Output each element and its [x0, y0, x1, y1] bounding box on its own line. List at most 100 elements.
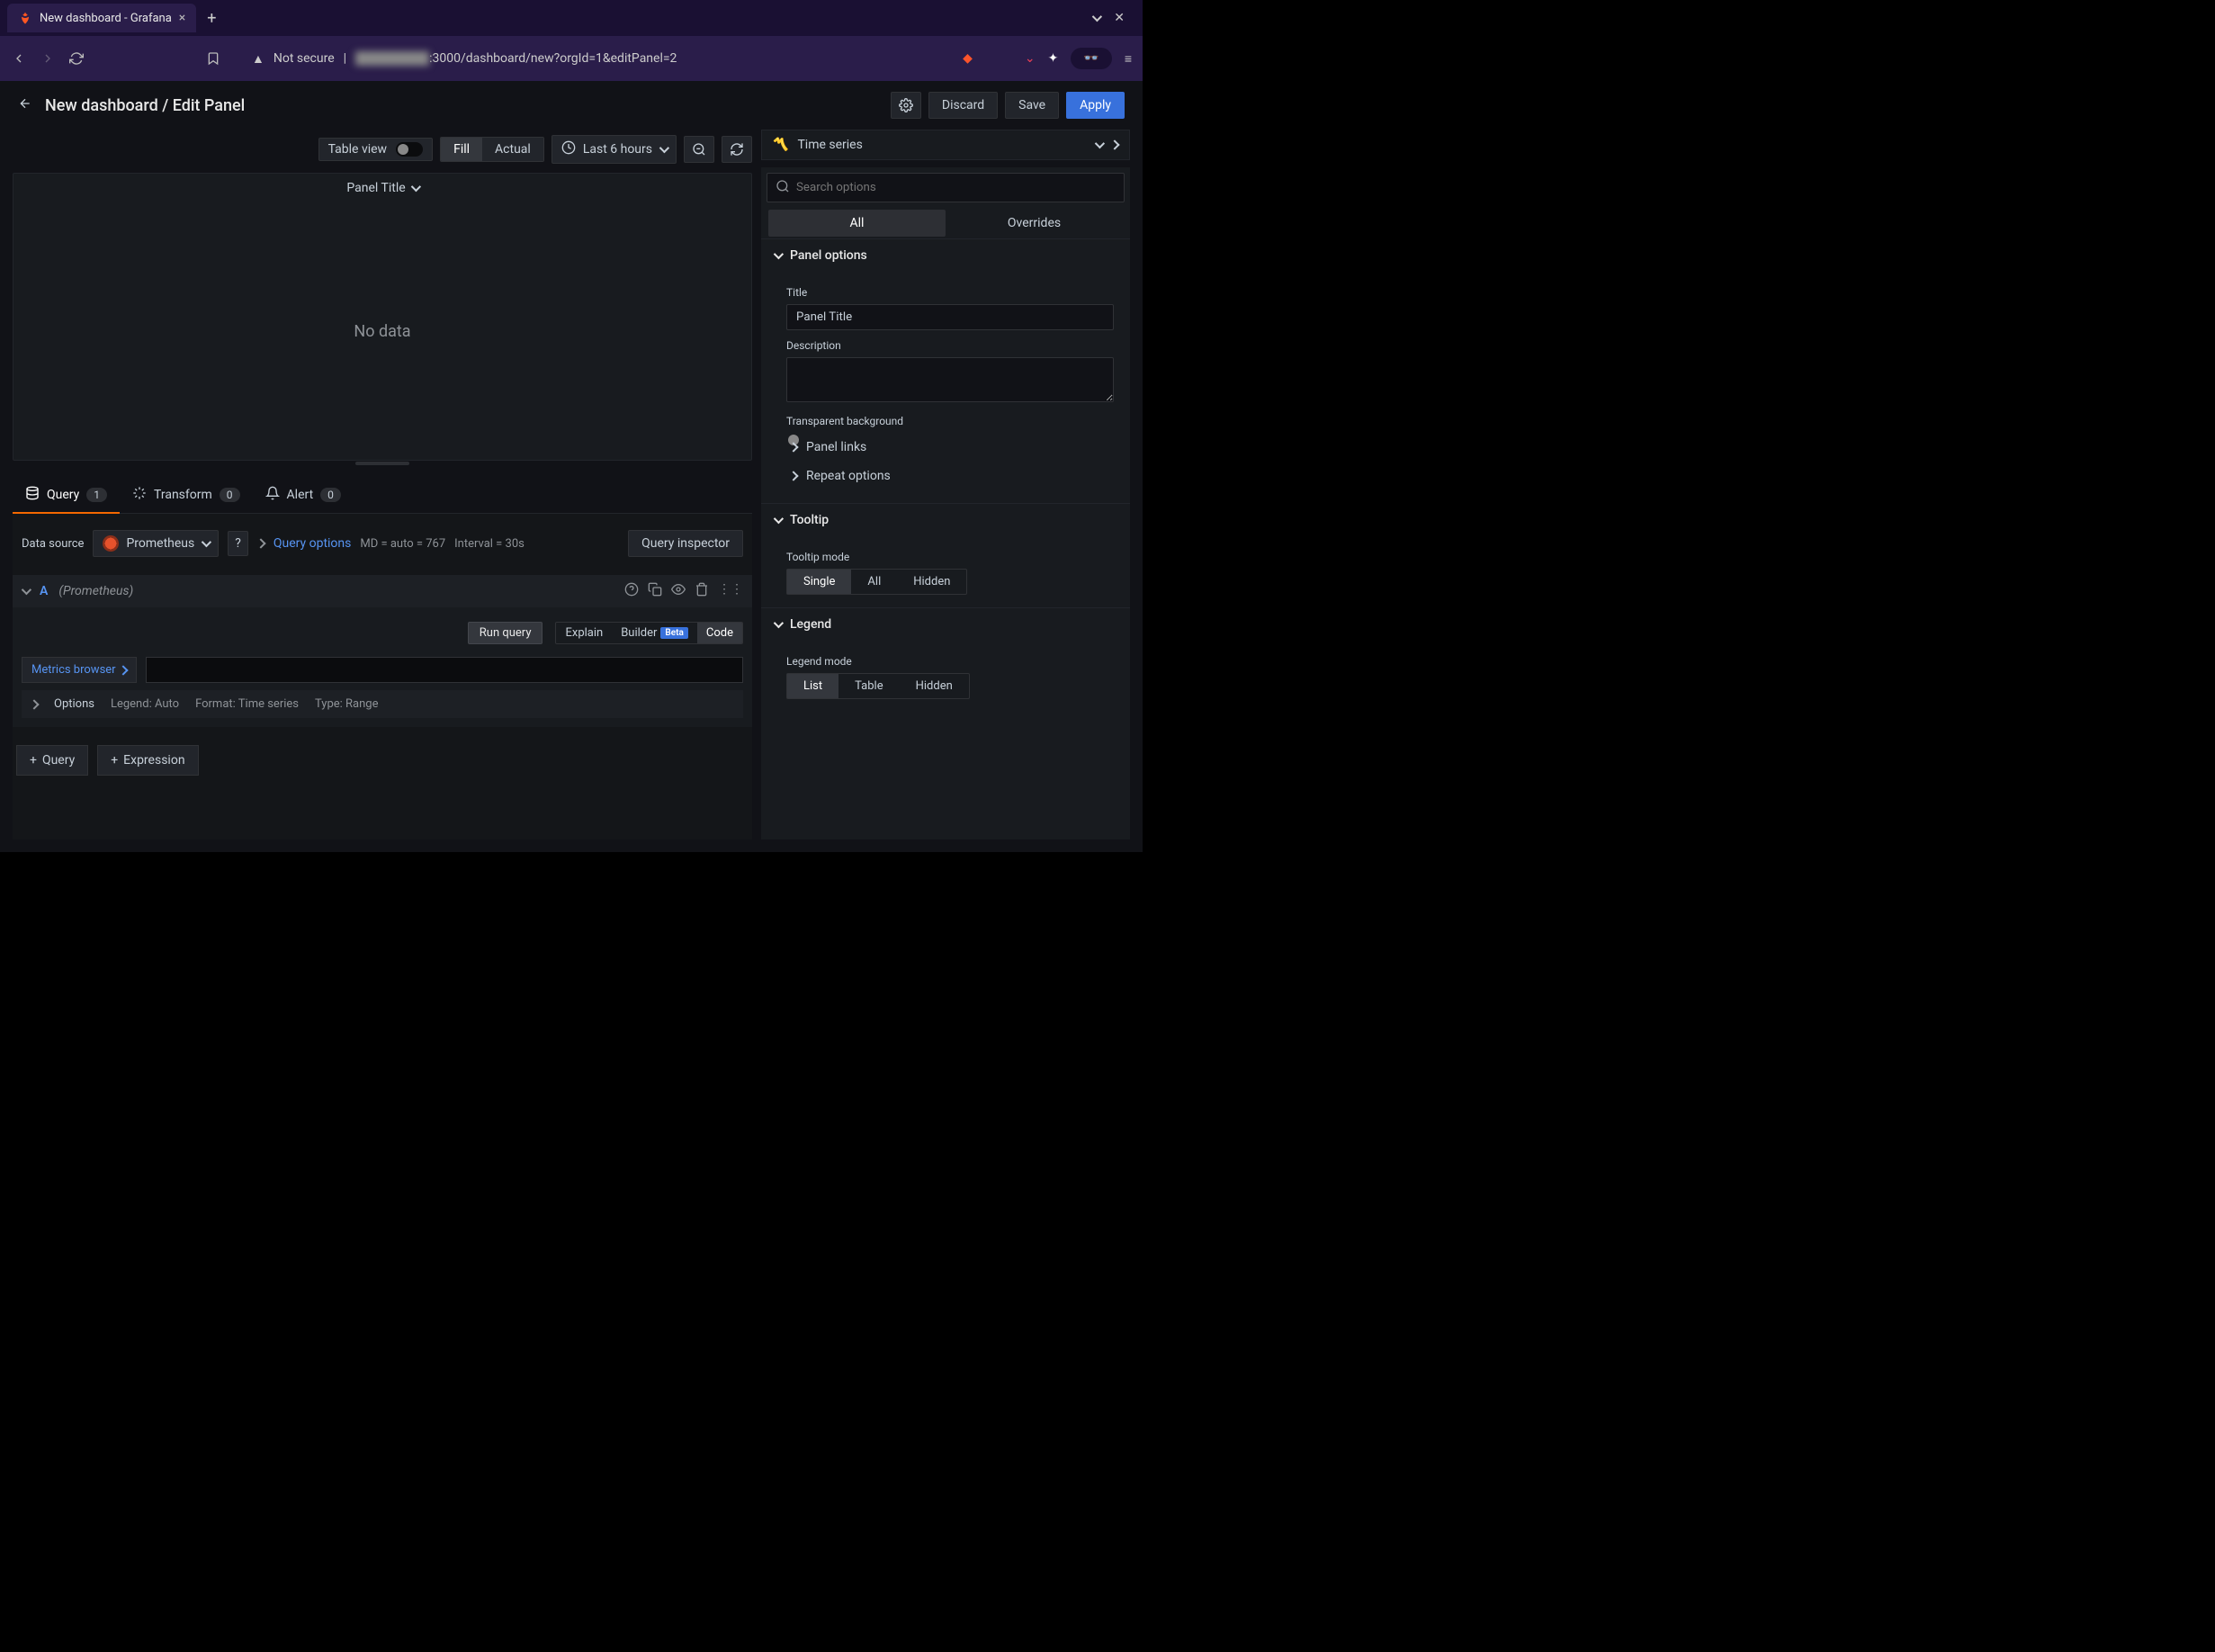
query-options-link[interactable]: Query options	[274, 536, 352, 551]
tab-alert-label: Alert	[287, 488, 314, 502]
query-icon	[25, 486, 40, 504]
tab-close-icon[interactable]: ×	[179, 11, 185, 25]
description-input[interactable]	[786, 357, 1114, 402]
legend-table[interactable]: Table	[838, 674, 899, 698]
chevron-down-icon	[659, 143, 669, 153]
grafana-app: New dashboard / Edit Panel Discard Save …	[0, 81, 1143, 852]
tab-transform-count: 0	[220, 488, 240, 502]
plus-icon: +	[30, 753, 37, 768]
add-expression-label: Expression	[123, 753, 184, 768]
nav-bar: ▲ Not secure | 192.168.1.1:3000/dashboar…	[0, 36, 1143, 81]
back-arrow-icon[interactable]	[18, 96, 32, 114]
type-value: Type: Range	[315, 697, 378, 711]
drag-icon[interactable]: ⋮⋮	[718, 582, 743, 600]
refresh-button[interactable]	[722, 136, 752, 163]
query-inspector-button[interactable]: Query inspector	[628, 530, 743, 557]
query-md: MD = auto = 767	[360, 537, 445, 551]
query-row-actions: ⋮⋮	[624, 582, 743, 600]
tab-query-label: Query	[47, 488, 79, 502]
table-view-toggle[interactable]: Table view	[318, 138, 434, 161]
tab-query-count: 1	[86, 488, 107, 502]
apply-button[interactable]: Apply	[1066, 92, 1125, 119]
extensions-icon[interactable]: ✦	[1048, 51, 1059, 66]
incognito-icon[interactable]: 👓	[1071, 48, 1111, 69]
tab-all[interactable]: All	[768, 210, 946, 237]
panel-links-row[interactable]: Panel links	[786, 433, 1114, 462]
window-dropdown-icon[interactable]	[1092, 11, 1099, 25]
tooltip-all[interactable]: All	[851, 570, 897, 594]
zoom-out-button[interactable]	[684, 136, 714, 163]
add-query-button[interactable]: +Query	[16, 745, 88, 776]
tab-query[interactable]: Query 1	[13, 477, 120, 513]
url-security: Not secure	[274, 51, 335, 66]
fill-button[interactable]: Fill	[441, 138, 482, 161]
trash-icon[interactable]	[695, 582, 709, 600]
tab-transform[interactable]: Transform 0	[120, 477, 253, 513]
help-icon[interactable]	[624, 582, 639, 600]
viz-type-label: Time series	[797, 138, 862, 152]
nav-back-icon[interactable]	[11, 50, 27, 67]
window-close-icon[interactable]: ✕	[1114, 11, 1125, 25]
query-options-row[interactable]: Options Legend: Auto Format: Time series…	[22, 690, 743, 718]
legend-mode-group: List Table Hidden	[786, 673, 970, 699]
prometheus-icon	[103, 535, 119, 552]
section-header-panel-options[interactable]: Panel options	[761, 239, 1130, 272]
query-controls: Run query Explain Builder Beta Code	[22, 616, 743, 650]
bookmark-icon[interactable]	[205, 50, 221, 67]
tab-overrides[interactable]: Overrides	[946, 210, 1123, 237]
discard-button[interactable]: Discard	[928, 92, 998, 119]
tab-alert[interactable]: Alert 0	[253, 477, 354, 513]
datasource-picker[interactable]: Prometheus	[93, 530, 219, 557]
search-options-input[interactable]	[767, 173, 1125, 202]
visualization-picker[interactable]: 〽️ Time series	[761, 130, 1130, 160]
query-row-header[interactable]: A (Prometheus) ⋮⋮	[13, 575, 752, 607]
brave-icon[interactable]: ◆	[963, 51, 973, 66]
section-header-tooltip[interactable]: Tooltip	[761, 504, 1130, 536]
metrics-browser-button[interactable]: Metrics browser	[22, 657, 137, 683]
pocket-icon[interactable]: ⌄	[1025, 51, 1036, 66]
add-expression-button[interactable]: +Expression	[97, 745, 198, 776]
explain-button[interactable]: Explain	[556, 623, 612, 643]
menu-icon[interactable]: ≡	[1125, 51, 1132, 67]
builder-button[interactable]: Builder Beta	[612, 623, 697, 643]
actual-button[interactable]: Actual	[482, 138, 543, 161]
nav-forward-icon[interactable]	[40, 50, 56, 67]
repeat-options-row[interactable]: Repeat options	[786, 462, 1114, 490]
chevron-down-icon	[22, 585, 31, 595]
options-sidebar: 〽️ Time series All Overrides	[761, 130, 1130, 839]
nav-reload-icon[interactable]	[68, 50, 85, 67]
save-button[interactable]: Save	[1005, 92, 1059, 119]
datasource-help-button[interactable]: ?	[228, 531, 248, 556]
legend-list[interactable]: List	[787, 674, 838, 698]
new-tab-button[interactable]: +	[207, 9, 216, 28]
url-bar[interactable]: ▲ Not secure | 192.168.1.1:3000/dashboar…	[252, 51, 950, 67]
page-header: New dashboard / Edit Panel Discard Save …	[0, 81, 1143, 130]
datasource-label: Data source	[22, 537, 84, 551]
title-input[interactable]	[786, 304, 1114, 330]
code-button[interactable]: Code	[697, 623, 742, 643]
resize-handle[interactable]	[13, 461, 752, 466]
chevron-down-icon	[774, 249, 784, 259]
tooltip-mode-group: Single All Hidden	[786, 569, 967, 595]
repeat-options-label: Repeat options	[806, 469, 891, 483]
section-header-legend[interactable]: Legend	[761, 608, 1130, 641]
legend-hidden[interactable]: Hidden	[900, 674, 969, 698]
time-range-picker[interactable]: Last 6 hours	[552, 135, 677, 164]
eye-icon[interactable]	[671, 582, 686, 600]
settings-button[interactable]	[891, 92, 921, 119]
datasource-name: Prometheus	[126, 536, 194, 551]
transparent-label: Transparent background	[786, 415, 1114, 427]
tab-transform-label: Transform	[154, 488, 212, 502]
query-editor: Data source Prometheus ? Query options M…	[13, 514, 752, 839]
duplicate-icon[interactable]	[648, 582, 662, 600]
browser-tab[interactable]: New dashboard - Grafana ×	[7, 4, 196, 32]
tooltip-single[interactable]: Single	[787, 570, 851, 594]
tooltip-hidden[interactable]: Hidden	[897, 570, 966, 594]
section-legend: Legend Legend mode List Table Hidden	[761, 607, 1130, 712]
legend-value: Legend: Auto	[111, 697, 179, 711]
run-query-button[interactable]: Run query	[468, 622, 543, 644]
query-input[interactable]	[146, 657, 743, 683]
format-value: Format: Time series	[195, 697, 299, 711]
panel-title[interactable]: Panel Title	[346, 181, 417, 195]
tab-alert-count: 0	[320, 488, 341, 502]
